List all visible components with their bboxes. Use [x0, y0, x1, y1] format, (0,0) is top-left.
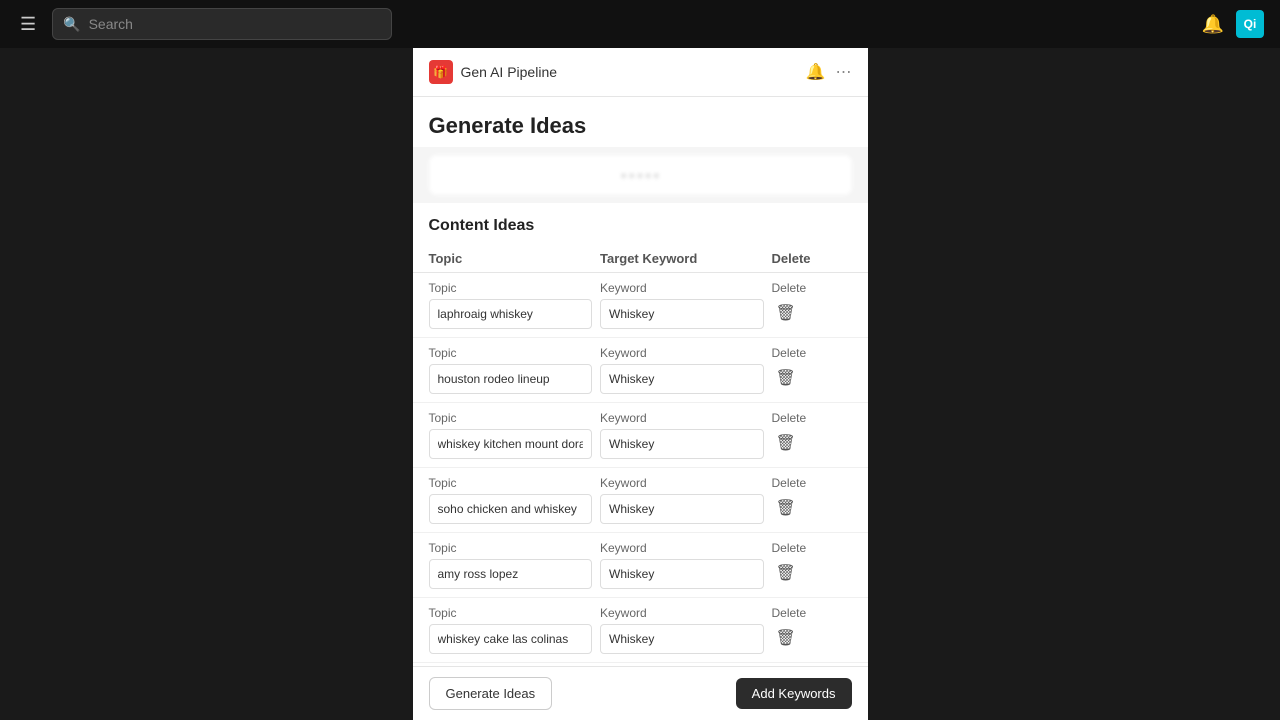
- keyword-cell-0: Keyword: [600, 281, 772, 329]
- delete-label-5: Delete: [772, 606, 807, 620]
- delete-button-5[interactable]: 🗑: [772, 624, 800, 652]
- keyword-cell-3: Keyword: [600, 476, 772, 524]
- main-wrapper: ☰ 🔍 🔔 Qi 🎁 Gen AI Pipeline 🔔 ⋯ Generate …: [0, 0, 1280, 720]
- keyword-label-3: Keyword: [600, 476, 764, 490]
- hamburger-icon[interactable]: ☰: [16, 10, 40, 39]
- col-topic: Topic: [429, 251, 601, 266]
- keyword-label-0: Keyword: [600, 281, 764, 295]
- keyword-input-1[interactable]: [600, 364, 764, 394]
- keyword-cell-4: Keyword: [600, 541, 772, 589]
- table-row: Topic Keyword Delete 🗑: [413, 533, 868, 598]
- topic-cell-4: Topic: [429, 541, 601, 589]
- delete-label-4: Delete: [772, 541, 807, 555]
- keyword-input-3[interactable]: [600, 494, 764, 524]
- table-row: Topic Keyword Delete 🗑: [413, 273, 868, 338]
- keyword-label-4: Keyword: [600, 541, 764, 555]
- delete-group-2: Delete 🗑: [772, 411, 852, 457]
- table-header: Topic Target Keyword Delete: [413, 245, 868, 273]
- app-more-icon[interactable]: ⋯: [836, 62, 852, 82]
- app-header: 🎁 Gen AI Pipeline 🔔 ⋯: [413, 48, 868, 97]
- search-bar[interactable]: 🔍: [52, 8, 392, 40]
- col-keyword: Target Keyword: [600, 251, 772, 266]
- table-body: Topic Keyword Delete 🗑 Topic: [413, 273, 868, 666]
- keyword-input-4[interactable]: [600, 559, 764, 589]
- app-title-label: Gen AI Pipeline: [461, 64, 558, 80]
- delete-button-1[interactable]: 🗑: [772, 364, 800, 392]
- topic-label-1: Topic: [429, 346, 593, 360]
- delete-button-0[interactable]: 🗑: [772, 299, 800, 327]
- keyword-cell-2: Keyword: [600, 411, 772, 459]
- delete-group-4: Delete 🗑: [772, 541, 852, 587]
- topic-cell-2: Topic: [429, 411, 601, 459]
- topic-input-2[interactable]: [429, 429, 593, 459]
- topic-input-5[interactable]: [429, 624, 593, 654]
- table-row: Topic Keyword Delete 🗑: [413, 598, 868, 663]
- avatar: Qi: [1236, 10, 1264, 38]
- topic-input-1[interactable]: [429, 364, 593, 394]
- topic-label-0: Topic: [429, 281, 593, 295]
- delete-button-4[interactable]: 🗑: [772, 559, 800, 587]
- topic-cell-0: Topic: [429, 281, 601, 329]
- page-title-section: Generate Ideas: [413, 97, 868, 147]
- topic-input-0[interactable]: [429, 299, 593, 329]
- keyword-label-2: Keyword: [600, 411, 764, 425]
- table-row: Topic Keyword Delete 🗑: [413, 338, 868, 403]
- add-keywords-button[interactable]: Add Keywords: [736, 678, 852, 709]
- table-row: Topic Keyword Delete 🗑: [413, 468, 868, 533]
- app-header-left: 🎁 Gen AI Pipeline: [429, 60, 558, 84]
- bottom-bar: Generate Ideas Add Keywords: [413, 666, 868, 720]
- app-header-right: 🔔 ⋯: [806, 62, 852, 82]
- topic-input-4[interactable]: [429, 559, 593, 589]
- keyword-cell-1: Keyword: [600, 346, 772, 394]
- page-content: 🎁 Gen AI Pipeline 🔔 ⋯ Generate Ideas • •…: [413, 48, 868, 720]
- keyword-input-0[interactable]: [600, 299, 764, 329]
- delete-button-2[interactable]: 🗑: [772, 429, 800, 457]
- search-input[interactable]: [89, 16, 382, 32]
- keyword-label-1: Keyword: [600, 346, 764, 360]
- delete-group-0: Delete 🗑: [772, 281, 852, 327]
- app-icon: 🎁: [429, 60, 453, 84]
- search-icon: 🔍: [63, 16, 80, 33]
- keyword-label-5: Keyword: [600, 606, 764, 620]
- topic-label-5: Topic: [429, 606, 593, 620]
- col-delete: Delete: [772, 251, 852, 266]
- keyword-cell-5: Keyword: [600, 606, 772, 654]
- delete-button-3[interactable]: 🗑: [772, 494, 800, 522]
- delete-label-3: Delete: [772, 476, 807, 490]
- topic-cell-5: Topic: [429, 606, 601, 654]
- delete-label-1: Delete: [772, 346, 807, 360]
- page-title: Generate Ideas: [429, 113, 852, 139]
- nav-right: 🔔 Qi: [1202, 10, 1264, 38]
- content-ideas-card: Content Ideas Topic Target Keyword Delet…: [413, 203, 868, 666]
- delete-label-0: Delete: [772, 281, 807, 295]
- keyword-input-5[interactable]: [600, 624, 764, 654]
- keyword-input-2[interactable]: [600, 429, 764, 459]
- delete-group-1: Delete 🗑: [772, 346, 852, 392]
- table-row: Topic Keyword Delete 🗑: [413, 403, 868, 468]
- topic-label-4: Topic: [429, 541, 593, 555]
- topic-input-3[interactable]: [429, 494, 593, 524]
- delete-group-5: Delete 🗑: [772, 606, 852, 652]
- topic-cell-3: Topic: [429, 476, 601, 524]
- faded-section: • • • • •: [429, 155, 852, 195]
- delete-group-3: Delete 🗑: [772, 476, 852, 522]
- topic-label-3: Topic: [429, 476, 593, 490]
- content-ideas-header: Content Ideas: [413, 203, 868, 245]
- topic-label-2: Topic: [429, 411, 593, 425]
- app-bell-icon[interactable]: 🔔: [806, 62, 826, 82]
- topic-cell-1: Topic: [429, 346, 601, 394]
- top-nav: ☰ 🔍 🔔 Qi: [0, 0, 1280, 48]
- generate-ideas-button[interactable]: Generate Ideas: [429, 677, 553, 710]
- delete-label-2: Delete: [772, 411, 807, 425]
- nav-bell-icon[interactable]: 🔔: [1202, 14, 1224, 35]
